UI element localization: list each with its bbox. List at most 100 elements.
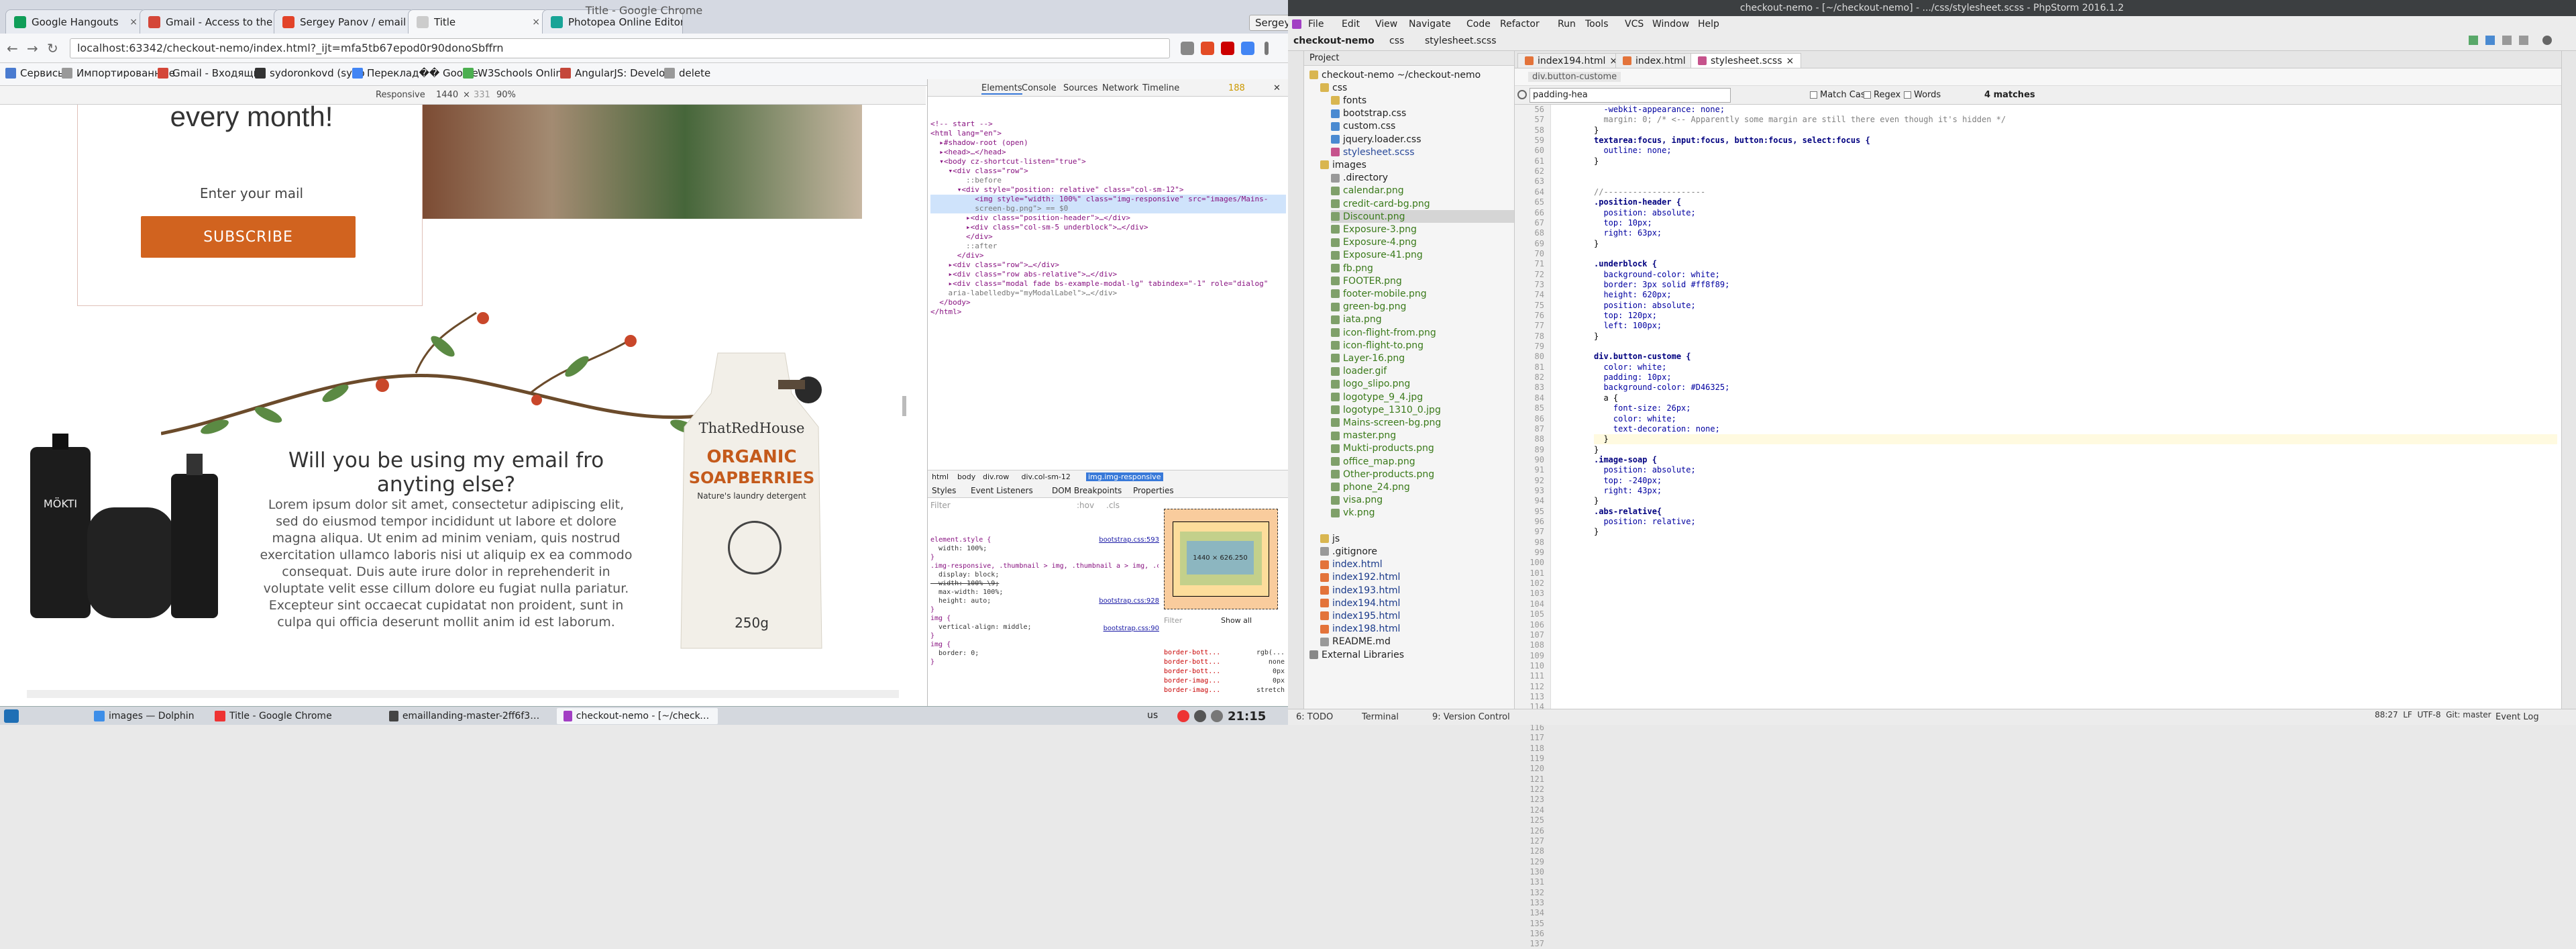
code-line[interactable]: font-size: 26px; bbox=[1594, 403, 1691, 413]
tree-item[interactable]: stylesheet.scss bbox=[1331, 146, 1414, 158]
show-all-checkbox[interactable]: Show all bbox=[1221, 616, 1252, 625]
code-line[interactable]: color: white; bbox=[1594, 414, 1676, 424]
vcs-tool[interactable]: 9: Version Control bbox=[1432, 712, 1510, 722]
tree-item[interactable]: custom.css bbox=[1331, 120, 1395, 133]
network-icon[interactable] bbox=[1211, 710, 1223, 722]
dom-line[interactable]: <img style="width: 100%" class="img-resp… bbox=[930, 195, 1286, 204]
style-line[interactable]: max-width: 100%; bbox=[930, 588, 1159, 597]
tree-item[interactable]: index195.html bbox=[1320, 609, 1400, 622]
bookmark-item[interactable]: Сервисы bbox=[5, 67, 66, 79]
code-line[interactable]: position: absolute; bbox=[1594, 208, 1695, 218]
style-line[interactable]: .img-responsive, .thumbnail > img, .thum… bbox=[930, 562, 1159, 570]
adblock-icon[interactable] bbox=[1221, 42, 1234, 55]
dom-line[interactable]: <!-- start --> bbox=[930, 119, 1286, 129]
code-line[interactable]: .image-soap { bbox=[1594, 455, 1657, 465]
viewport-height[interactable]: 331 bbox=[474, 90, 490, 100]
tree-item[interactable]: calendar.png bbox=[1331, 185, 1404, 197]
menu-item[interactable]: VCS bbox=[1625, 19, 1644, 30]
tree-item[interactable] bbox=[1331, 519, 1343, 532]
tree-item[interactable]: jquery.loader.css bbox=[1331, 133, 1421, 146]
style-source-link[interactable]: bootstrap.css:90 bbox=[1104, 624, 1159, 633]
tree-item[interactable]: index193.html bbox=[1320, 584, 1400, 597]
dom-line[interactable]: ▸<div class="position-header">…</div> bbox=[930, 213, 1286, 223]
tree-item[interactable]: Other-products.png bbox=[1331, 468, 1434, 481]
menu-item[interactable]: Window bbox=[1652, 19, 1689, 30]
tree-item[interactable]: office_map.png bbox=[1331, 455, 1415, 468]
search-icon[interactable] bbox=[2542, 36, 2552, 45]
dom-line[interactable]: <html lang="en"> bbox=[930, 129, 1286, 138]
project-panel-header[interactable]: Project bbox=[1304, 51, 1514, 66]
devtools-tab[interactable]: Console bbox=[1022, 83, 1057, 93]
viewport-width[interactable]: 1440 bbox=[436, 90, 458, 100]
tree-item[interactable]: bootstrap.css bbox=[1331, 107, 1406, 120]
warning-count[interactable]: 188 bbox=[1228, 83, 1245, 93]
cls-toggle[interactable]: .cls bbox=[1106, 501, 1120, 510]
tree-item[interactable]: footer-mobile.png bbox=[1331, 287, 1427, 300]
code-line[interactable]: top: -240px; bbox=[1594, 476, 1662, 486]
tree-item[interactable]: icon-flight-to.png bbox=[1331, 339, 1424, 352]
tree-item[interactable]: visa.png bbox=[1331, 494, 1383, 507]
nav-crumb[interactable]: stylesheet.scss bbox=[1425, 36, 1496, 46]
code-line[interactable]: top: 120px; bbox=[1594, 311, 1656, 321]
tree-item[interactable]: images bbox=[1320, 158, 1366, 171]
code-line[interactable]: position: absolute; bbox=[1594, 301, 1695, 311]
styles-subtab[interactable]: Event Listeners bbox=[971, 486, 1033, 495]
reload-icon[interactable]: ↻ bbox=[47, 40, 58, 56]
taskbar-item[interactable]: checkout-nemo - [~/checkout-nemo bbox=[557, 708, 718, 724]
extension-icon[interactable] bbox=[1241, 42, 1254, 55]
code-line[interactable]: background-color: white; bbox=[1594, 270, 1719, 280]
code-line[interactable]: textarea:focus, input:focus, button:focu… bbox=[1594, 136, 1870, 146]
tree-item[interactable]: Exposure-41.png bbox=[1331, 249, 1423, 262]
zoom-select[interactable]: 90% bbox=[496, 90, 516, 100]
tree-item[interactable]: css bbox=[1320, 81, 1347, 94]
subscribe-button[interactable]: SUBSCRIBE bbox=[141, 216, 356, 258]
tree-item[interactable]: README.md bbox=[1320, 636, 1391, 648]
encoding[interactable]: UTF-8 bbox=[2417, 710, 2440, 719]
tree-item[interactable]: loader.gif bbox=[1331, 365, 1387, 378]
styles-rules[interactable]: element.style { width: 100%;} .img-respon… bbox=[930, 518, 1159, 706]
browser-tab[interactable]: Google Hangouts × bbox=[5, 9, 146, 34]
editor-tab[interactable]: index194.html × bbox=[1517, 53, 1625, 68]
dom-line[interactable]: ▸<head>…</head> bbox=[930, 148, 1286, 157]
browser-tab[interactable]: Gmail - Access to the× bbox=[140, 9, 280, 34]
dom-crumb[interactable]: body bbox=[957, 472, 975, 481]
code-line[interactable]: } bbox=[1594, 126, 1599, 136]
tree-item[interactable]: iata.png bbox=[1331, 313, 1382, 326]
bookmark-item[interactable]: Переклад�� Google bbox=[352, 67, 478, 79]
terminal-tool[interactable]: Terminal bbox=[1362, 712, 1399, 722]
code-line[interactable]: position: relative; bbox=[1594, 517, 1695, 527]
code-line[interactable]: right: 63px; bbox=[1594, 228, 1662, 238]
dom-crumb[interactable]: div.row bbox=[983, 472, 1009, 481]
dom-line[interactable]: screen-bg.png"> == $0 bbox=[930, 204, 1286, 213]
code-line[interactable]: div.button-custome { bbox=[1594, 352, 1691, 362]
dom-line[interactable]: ::before bbox=[930, 176, 1286, 185]
bookmark-item[interactable]: Gmail - Входящие bbox=[158, 67, 266, 79]
dom-line[interactable]: ::after bbox=[930, 242, 1286, 251]
code-line[interactable]: .abs-relative{ bbox=[1594, 507, 1662, 517]
volume-icon[interactable] bbox=[1194, 710, 1206, 722]
tree-item[interactable]: FOOTER.png bbox=[1331, 274, 1402, 287]
find-option[interactable]: Match Case bbox=[1810, 90, 1871, 100]
code-line[interactable]: position: absolute; bbox=[1594, 465, 1695, 475]
bookmark-item[interactable]: delete bbox=[664, 67, 710, 79]
selector-crumb[interactable]: div.button-custome bbox=[1528, 72, 1621, 82]
code-line[interactable]: } bbox=[1594, 156, 1599, 166]
dom-line[interactable]: ▸<div class="row abs-relative">…</div> bbox=[930, 270, 1286, 279]
code-line[interactable]: background-color: #D46325; bbox=[1594, 383, 1729, 393]
bookmark-star-icon[interactable] bbox=[1181, 42, 1194, 55]
tree-item[interactable]: logo_slipo.png bbox=[1331, 378, 1410, 391]
style-line[interactable]: border: 0; bbox=[930, 649, 1159, 658]
dom-line[interactable]: ▸<div class="col-sm-5 underblock">…</div… bbox=[930, 223, 1286, 232]
dom-line[interactable]: </body> bbox=[930, 298, 1286, 307]
code-line[interactable]: right: 43px; bbox=[1594, 486, 1662, 496]
styles-subtab[interactable]: Styles bbox=[932, 486, 956, 495]
taskbar-item[interactable]: Title - Google Chrome bbox=[208, 708, 369, 724]
tree-item[interactable]: green-bg.png bbox=[1331, 301, 1406, 313]
vcs-update-icon[interactable] bbox=[2502, 36, 2512, 45]
dom-line[interactable]: ▸<div class="row">…</div> bbox=[930, 260, 1286, 270]
style-line[interactable]: img { bbox=[930, 640, 1159, 649]
dom-tree[interactable]: <!-- start --> <html lang="en"> ▸#shadow-… bbox=[930, 101, 1286, 383]
dom-crumb[interactable]: img.img-responsive bbox=[1086, 472, 1163, 481]
style-source-link[interactable]: bootstrap.css:593 bbox=[1099, 536, 1159, 544]
style-line[interactable]: } bbox=[930, 605, 1159, 614]
